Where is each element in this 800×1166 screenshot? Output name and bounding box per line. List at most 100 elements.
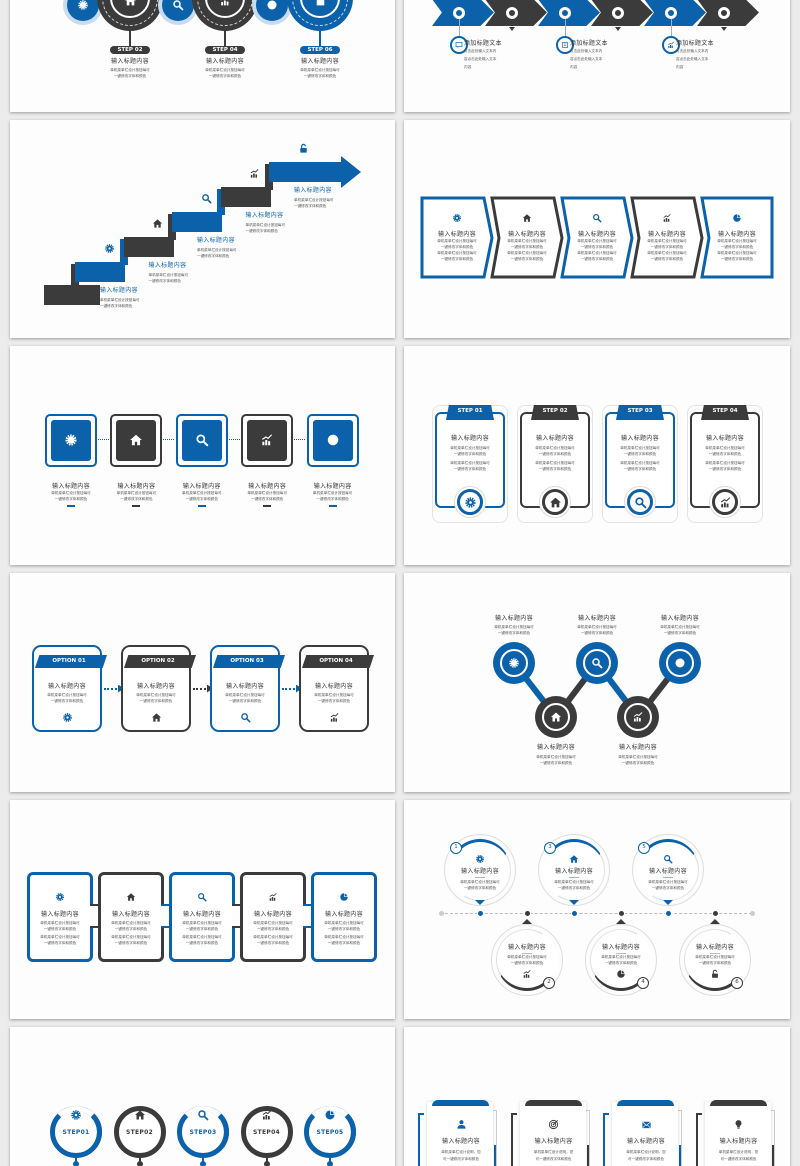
w-node-title: 输入标题内容 [661,615,699,622]
process-body-line2: 一键修改字体和颜色 [256,941,290,945]
process-body-line2: 一键修改字体和颜色 [256,927,290,931]
card-title: 输入标题内容 [719,1138,758,1145]
process-body-line2: 一键修改字体和颜色 [43,927,77,931]
timeline-body-line2: 一键修改字体和颜色 [651,886,685,890]
w-node-body-line2: 一键修改字体和颜色 [580,631,614,635]
timeline-body-line1: 单机菜单栏设计按钮每可 [507,955,547,959]
process-body-line1: 单机菜单栏设计按钮每可 [111,935,151,939]
process-body-line1: 单机菜单栏设计按钮每可 [40,935,80,939]
bracket-accent [771,1145,774,1166]
process-body-line2: 一键修改字体和颜色 [43,941,77,945]
number-badge-label: 1 [454,844,458,850]
w-node-body-line1: 单机菜单栏设计按钮每可 [577,625,617,629]
process-body-line1: 单机菜单栏设计按钮每可 [324,935,364,939]
number-badge-label: 2 [547,979,551,985]
w-node-title: 输入标题内容 [495,615,533,622]
gear-icon [70,1109,82,1121]
card-body-line2: 可一键修改字体和颜色 [443,1157,479,1161]
template-gallery: STEP 02 输入标题内容 单机菜单栏设计按钮每可 一键修改字体和颜色 STEP 04… [0,0,800,1166]
gear-icon [508,657,520,669]
pie-icon [324,1109,336,1121]
timeline-end-dot [749,911,755,916]
pie-icon [616,969,626,979]
pie-icon [674,657,686,669]
step-dot [73,1161,79,1166]
card-cap [524,1100,582,1106]
process-title: 输入标题内容 [41,911,79,918]
process-body-line1: 单机菜单栏设计按钮每可 [253,935,293,939]
w-node-body-line1: 单机菜单栏设计按钮每可 [494,625,534,629]
step-dot [200,1161,206,1166]
card-body-line2: 可一键修改字体和颜色 [628,1157,664,1161]
process-title: 输入标题内容 [254,911,292,918]
card-body-line2: 可一键修改字体和颜色 [535,1157,572,1161]
card-cap [617,1100,674,1106]
number-badge-label: 4 [641,979,645,985]
search-icon [197,892,207,902]
title-divider [522,953,532,954]
step-dot [327,1161,333,1166]
timeline-title: 输入标题内容 [461,868,499,875]
timeline-line [440,913,752,914]
timeline-title: 输入标题内容 [649,868,687,875]
search-icon [591,657,603,669]
title-divider [569,877,579,878]
timeline-dot [617,910,625,917]
home-icon [569,854,579,864]
timeline-body-line1: 单机菜单栏设计按钮每可 [554,880,594,884]
timeline-title: 输入标题内容 [696,944,734,951]
w-node-body-line2: 一键修改字体和颜色 [497,631,531,635]
process-title: 输入标题内容 [183,911,221,918]
process-body-line2: 一键修改字体和颜色 [327,927,361,931]
timeline-end-dot [438,911,444,916]
chart-icon [261,1109,273,1121]
timeline-dot [711,910,719,917]
w-node-title: 输入标题内容 [537,744,575,751]
timeline-body-line1: 单机菜单栏设计按钮每可 [460,880,500,884]
process-body-line1: 单机菜单栏设计按钮每可 [324,921,364,925]
timeline-dot [570,910,578,917]
process-body-line1: 单机菜单栏设计按钮每可 [40,921,80,925]
bulb-icon [733,1119,744,1130]
timeline-body-line2: 一键修改字体和颜色 [510,961,544,965]
card-body-line1: 单机菜单栏设计说明，您 [718,1150,759,1154]
timeline-title: 输入标题内容 [508,944,546,951]
w-node-body-line1: 单机菜单栏设计按钮每可 [660,625,700,629]
number-badge-label: 5 [642,844,646,850]
title-divider [710,953,720,954]
process-body-line1: 单机菜单栏设计按钮每可 [111,921,151,925]
process-title: 输入标题内容 [112,911,150,918]
stair-step [123,237,174,257]
stair-step [269,162,341,182]
w-node-body-line2: 一键修改字体和颜色 [621,761,655,765]
home-icon [134,1109,146,1121]
w-node-title: 输入标题内容 [619,744,657,751]
step-dot [263,1161,270,1166]
process-body-line1: 单机菜单栏设计按钮每可 [182,921,222,925]
target-icon [548,1119,559,1130]
stair-step [220,187,271,207]
process-body-line2: 一键修改字体和颜色 [114,927,148,931]
w-node-title: 输入标题内容 [578,615,616,622]
w-node-body-line2: 一键修改字体和颜色 [539,761,573,765]
chart-icon [268,892,278,902]
pie-icon [339,892,349,902]
timeline-title: 输入标题内容 [555,868,593,875]
user-icon [456,1119,467,1130]
process-body-line1: 单机菜单栏设计按钮每可 [182,935,222,939]
gear-icon [475,854,485,864]
card-title: 输入标题内容 [534,1138,573,1145]
process-title: 输入标题内容 [325,911,363,918]
timeline-body-line2: 一键修改字体和颜色 [698,961,732,965]
card-body-line1: 单机菜单栏设计说明，您 [533,1150,574,1154]
timeline-body-line2: 一键修改字体和颜色 [463,886,497,890]
lock-icon [710,969,720,979]
step-dot [136,1161,143,1166]
bracket-accent [679,1145,681,1166]
gear-icon [55,892,65,902]
card-cap [432,1100,489,1106]
title-divider [663,877,673,878]
search-icon [197,1109,209,1121]
card-body-line2: 可一键修改字体和颜色 [720,1157,757,1161]
stair-step [172,212,222,232]
